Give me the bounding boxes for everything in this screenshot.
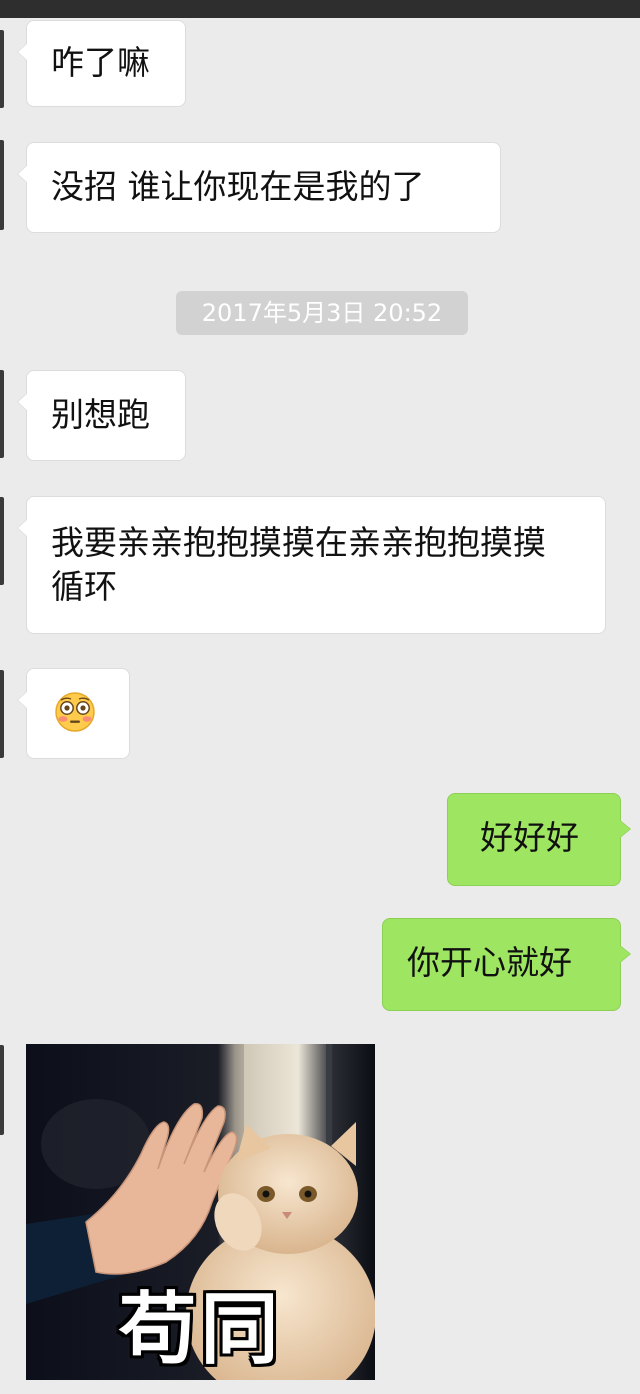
high-five-cat-sticker[interactable]: 苟同 <box>26 1044 375 1380</box>
message-text: 没招 谁让你现在是我的了 <box>51 167 425 206</box>
flushed-face-icon <box>55 692 95 732</box>
message-text: 你开心就好 <box>407 943 572 982</box>
message-bubble-outgoing[interactable]: 好好好 <box>447 793 631 886</box>
message-bubble-incoming[interactable]: 我要亲亲抱抱摸摸在亲亲抱抱摸摸 循环 <box>17 496 606 634</box>
message-text: 别想跑 <box>51 395 150 434</box>
avatar[interactable] <box>0 497 4 585</box>
message-bubble-incoming[interactable] <box>17 668 130 759</box>
message-text: 好好好 <box>480 818 579 857</box>
avatar[interactable] <box>0 140 4 230</box>
message-text: 咋了嘛 <box>51 43 150 82</box>
message-bubble-incoming[interactable]: 别想跑 <box>17 370 186 461</box>
avatar[interactable] <box>0 370 4 458</box>
timestamp-divider: 2017年5月3日 20:52 <box>176 291 468 335</box>
message-bubble-incoming[interactable]: 没招 谁让你现在是我的了 <box>17 142 501 233</box>
avatar[interactable] <box>0 1045 4 1135</box>
message-bubble-incoming[interactable]: 咋了嘛 <box>17 20 186 107</box>
message-text: 我要亲亲抱抱摸摸在亲亲抱抱摸摸 循环 <box>51 523 546 606</box>
avatar[interactable] <box>0 670 4 758</box>
sticker-caption: 苟同 <box>118 1285 283 1375</box>
message-bubble-outgoing[interactable]: 你开心就好 <box>382 918 631 1011</box>
status-bar <box>0 0 640 18</box>
avatar[interactable] <box>0 30 4 108</box>
